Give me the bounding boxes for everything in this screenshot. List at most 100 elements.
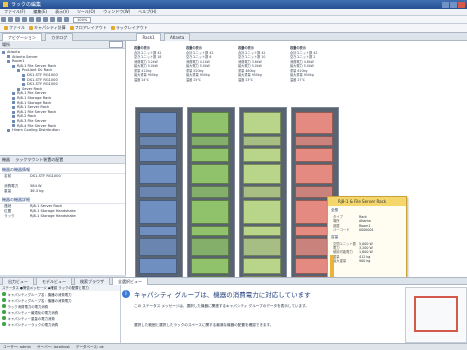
maximize-button[interactable]	[450, 1, 457, 8]
rack-device[interactable]	[191, 226, 229, 236]
rack-device[interactable]	[139, 164, 177, 184]
save-icon[interactable]	[15, 17, 20, 22]
rack-device[interactable]	[139, 136, 177, 146]
message-row[interactable]: キャパシティーラックの電力消費	[0, 321, 120, 327]
capacity-button[interactable]: キャパシティ計算	[29, 25, 66, 31]
zoom-select[interactable]: 100%	[73, 16, 92, 23]
import-button[interactable]: ファイル	[4, 25, 25, 31]
rack-layout-canvas[interactable]: 容量の表示 合計ユニット数 42 空きユニット数 18 消費電力 3.2kW 最大電力 …	[126, 41, 467, 294]
location-tree: Atlanta Atlanta Server Room1 Rj8-1 File Ser…	[0, 49, 125, 134]
menu-file[interactable]: ファイル(F)	[4, 9, 25, 15]
tree-node[interactable]: Hiram Cooling Distribution	[2, 128, 123, 133]
rack-device[interactable]	[191, 238, 229, 256]
node-icon	[12, 115, 15, 119]
rack-summary-line: 温度 27℃	[290, 77, 306, 82]
status-ok-icon	[2, 298, 6, 302]
rack-device[interactable]	[139, 238, 177, 256]
rack-device[interactable]	[191, 200, 229, 224]
rack-device[interactable]	[243, 136, 281, 146]
rack[interactable]	[187, 107, 235, 294]
menu-help[interactable]: ヘルプ(H)	[138, 9, 156, 15]
property-value[interactable]: 36.3 kg	[30, 189, 44, 194]
popup-key: バーコード	[333, 228, 350, 233]
rack-device[interactable]	[295, 164, 333, 184]
rack-device[interactable]	[243, 112, 281, 134]
cut-icon[interactable]	[22, 17, 27, 22]
tab-catalog[interactable]: カタログ	[45, 33, 74, 41]
node-icon	[17, 69, 20, 73]
zoom-in-icon[interactable]	[57, 17, 62, 22]
rack-summary: 容量の表示 合計ユニット数 42 空きユニット数 18 消費電力 3.2kW 最大電力 …	[134, 46, 184, 82]
tab-rackmount[interactable]: ラックマウント装置の配置	[15, 157, 63, 162]
thumbnail-viewport[interactable]	[414, 296, 458, 332]
floor-thumbnail[interactable]	[405, 287, 467, 343]
tree-node-label: Hiram Cooling Distribution	[12, 128, 60, 133]
rack-device[interactable]	[139, 200, 177, 224]
popup-section-capacity: 容量	[331, 234, 339, 239]
rack-device[interactable]	[295, 136, 333, 146]
floor-layout-button[interactable]: フロアレイアウト	[69, 25, 107, 31]
property-key: 重量	[4, 189, 12, 193]
close-button[interactable]	[458, 1, 465, 8]
node-icon	[12, 92, 15, 96]
rack-device[interactable]	[191, 136, 229, 146]
paste-icon[interactable]	[36, 17, 41, 22]
tab-strip: ナビゲーション カタログ Rack1 Atlanta	[0, 33, 467, 41]
rack-device[interactable]	[295, 112, 333, 134]
tab-model[interactable]: モデルビュー	[36, 277, 72, 285]
menu-tools[interactable]: ツール(O)	[77, 9, 95, 15]
rack-device[interactable]	[191, 148, 229, 162]
tab-rack1[interactable]: Rack1	[136, 33, 161, 41]
rack-device[interactable]	[191, 164, 229, 184]
new-icon[interactable]	[1, 17, 6, 22]
rack-device[interactable]	[243, 164, 281, 184]
title-bar: ラックの編集	[0, 0, 467, 9]
property-value[interactable]: DS1-STF RG1000	[30, 174, 61, 179]
rack[interactable]	[239, 107, 287, 294]
tab-atlanta[interactable]: Atlanta	[163, 33, 191, 41]
copy-icon[interactable]	[29, 17, 34, 22]
rack-device[interactable]	[243, 200, 281, 224]
rack-device[interactable]	[139, 186, 177, 198]
rack-device[interactable]	[139, 226, 177, 236]
menu-view[interactable]: 表示(V)	[55, 9, 69, 15]
rack[interactable]	[135, 107, 183, 294]
open-icon[interactable]	[8, 17, 13, 22]
message-text: キャパシティグループ名：機器の消費電力	[7, 298, 72, 303]
tab-output[interactable]: 出力ビュー	[2, 277, 34, 285]
rack-device[interactable]	[243, 238, 281, 256]
rack-device[interactable]	[139, 258, 177, 274]
status-ok-icon	[2, 310, 6, 314]
rack-device[interactable]	[191, 186, 229, 198]
minimize-button[interactable]	[442, 1, 449, 8]
menu-window[interactable]: ウィンドウ(W)	[103, 9, 130, 15]
redo-icon[interactable]	[50, 17, 55, 22]
rack-device[interactable]	[243, 186, 281, 198]
popup-key: 最大重量	[333, 259, 347, 264]
rack-device[interactable]	[191, 112, 229, 134]
rack-layout-button[interactable]: ラックレイアウト	[110, 25, 148, 31]
rack-device[interactable]	[243, 226, 281, 236]
zoom-out-icon[interactable]	[64, 17, 69, 22]
tab-select-all[interactable]: 全選択ビュー	[112, 277, 148, 285]
rack-device[interactable]	[243, 258, 281, 274]
rack-device[interactable]	[295, 148, 333, 162]
rack-device[interactable]	[243, 148, 281, 162]
node-icon	[12, 110, 15, 114]
banner-text: この ステータス メッセージは、選択した機器に関連するキャパシティ グループのデ…	[134, 304, 309, 308]
tab-navigation[interactable]: ナビゲーション	[2, 33, 42, 41]
menu-edit[interactable]: 編集(E)	[33, 9, 47, 15]
rack-device[interactable]	[139, 112, 177, 134]
banner-title: キャパシティ グループは、機器の消費電力に対応しています	[134, 291, 311, 299]
tab-equipment[interactable]: 機器	[2, 157, 10, 162]
rack-device[interactable]	[191, 258, 229, 274]
property-value[interactable]: Rj8-1 Storage Handshake	[30, 214, 76, 219]
undo-icon[interactable]	[43, 17, 48, 22]
floor-icon	[69, 26, 74, 30]
node-icon	[12, 64, 15, 68]
tab-search[interactable]: 検索ブラウザ	[74, 277, 110, 285]
search-icon[interactable]	[109, 41, 123, 48]
rack-device[interactable]	[139, 148, 177, 162]
section-equipment-info: 機器の機器情報	[0, 167, 125, 174]
navigation-panel: 場所 Atlanta Atlanta Server Room1 Rj8-1 File …	[0, 41, 126, 155]
